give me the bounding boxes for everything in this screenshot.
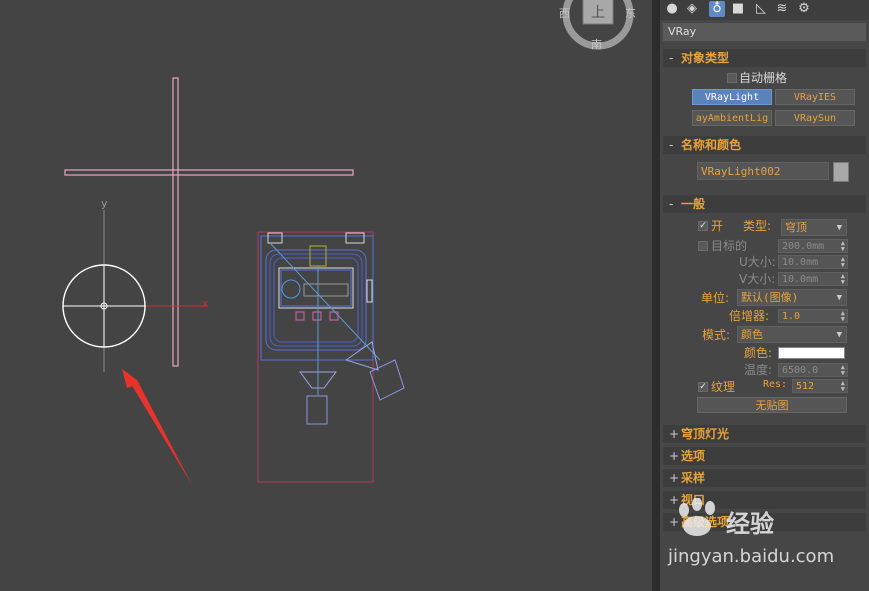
paw-logo-icon: [679, 498, 715, 536]
category-dropdown[interactable]: VRay: [663, 23, 866, 41]
lights-icon[interactable]: ♁: [709, 1, 725, 17]
type-dropdown[interactable]: 穹顶 ▼: [781, 219, 847, 236]
spinner-arrows-icon: ▲ ▼: [840, 363, 845, 377]
mode-value: 颜色: [741, 328, 763, 341]
res-label: Res:: [763, 379, 788, 390]
texture-label: 纹理: [711, 380, 736, 394]
expand-icon: +: [669, 449, 680, 463]
helpers-icon[interactable]: ◺: [753, 1, 769, 17]
v-size-label: V大小:: [739, 272, 776, 286]
object-type-body: 自动栅格 VRayLight VRayIES ayAmbientLig VRay…: [663, 67, 866, 129]
general-body: ✓ 开 类型: 穹顶 ▼ 目标的 200.0mm ▲ ▼ U大小: 10.0mm ▲ ▼ …: [663, 213, 866, 421]
rollout-sampling[interactable]: + 采样: [663, 469, 866, 487]
watermark-url: jingyan.baidu.com: [668, 546, 835, 567]
temperature-label: 温度:: [744, 363, 773, 377]
units-value: 默认(图像): [741, 291, 799, 304]
res-value: 512: [796, 381, 815, 392]
vrayambientlight-button[interactable]: ayAmbientLig: [692, 110, 772, 126]
v-size-spinner[interactable]: 10.0mm ▲ ▼: [778, 272, 848, 286]
command-panel-tabs: ● ◈ ♁ ■ ◺ ≋ ⚙: [660, 0, 869, 20]
collapse-icon: -: [669, 197, 674, 211]
temperature-value: 6500.0: [782, 365, 819, 376]
vrayies-button[interactable]: VRayIES: [775, 89, 855, 105]
create-sphere-icon[interactable]: ●: [664, 1, 680, 17]
viewcube-south-label[interactable]: 南: [591, 36, 602, 52]
on-checkbox[interactable]: ✓: [698, 221, 708, 231]
rollout-name-color-title: 名称和颜色: [681, 138, 742, 152]
expand-icon: +: [669, 471, 680, 485]
watermark-brand: 经验: [726, 510, 774, 538]
spacewarps-icon[interactable]: ≋: [774, 1, 790, 17]
targeted-distance-spinner[interactable]: 200.0mm ▲ ▼: [778, 239, 848, 253]
color-label: 颜色:: [744, 346, 773, 360]
spinner-arrows-icon: ▲ ▼: [840, 309, 845, 323]
rollout-options[interactable]: + 选项: [663, 447, 866, 465]
rollout-name-color[interactable]: - 名称和颜色: [663, 136, 866, 154]
collapse-icon: -: [669, 138, 674, 152]
res-spinner[interactable]: 512 ▲ ▼: [792, 379, 848, 393]
rollout-dome-light-title: 穹顶灯光: [681, 427, 730, 441]
on-label: 开: [711, 219, 724, 233]
vraylight-button[interactable]: VRayLight: [692, 89, 772, 105]
multiplier-label: 倍增器:: [729, 309, 770, 323]
viewcube-top-face[interactable]: 上: [591, 2, 605, 22]
device-wireframe[interactable]: [257, 231, 405, 483]
u-size-spinner[interactable]: 10.0mm ▲ ▼: [778, 255, 848, 269]
no-map-button[interactable]: 无贴图: [697, 397, 847, 413]
multiplier-spinner[interactable]: 1.0 ▲ ▼: [778, 309, 848, 323]
rollout-dome-light[interactable]: + 穹顶灯光: [663, 425, 866, 443]
mode-dropdown[interactable]: 颜色 ▼: [737, 326, 847, 343]
collapse-icon: -: [669, 51, 674, 65]
name-color-body: VRayLight002: [663, 154, 866, 188]
expand-icon: +: [669, 427, 680, 441]
axis-y-label: y: [101, 197, 108, 210]
light-color-swatch[interactable]: [778, 347, 845, 359]
spinner-arrows-icon: ▲ ▼: [840, 239, 845, 253]
axis-x-label: x: [202, 297, 209, 310]
object-name-input[interactable]: VRayLight002: [697, 162, 829, 180]
mode-label: 模式:: [702, 328, 731, 342]
type-label: 类型:: [743, 219, 772, 233]
units-label: 单位:: [701, 291, 730, 305]
texture-checkbox[interactable]: ✓: [698, 382, 708, 392]
multiplier-value: 1.0: [782, 311, 801, 322]
chevron-down-icon: ▼: [836, 293, 842, 303]
object-color-swatch[interactable]: [833, 162, 849, 182]
viewport[interactable]: 西 东 南 上 y x: [0, 0, 652, 591]
targeted-label: 目标的: [711, 239, 748, 253]
spinner-arrows-icon: ▲ ▼: [840, 379, 845, 393]
cross-object[interactable]: [64, 77, 354, 367]
targeted-distance-value: 200.0mm: [782, 241, 825, 252]
vraysun-button[interactable]: VRaySun: [775, 110, 855, 126]
viewport-canvas: [62, 0, 634, 485]
viewcube-west-label[interactable]: 西: [559, 5, 570, 21]
spinner-arrows-icon: ▲ ▼: [840, 272, 845, 286]
panel-splitter[interactable]: [652, 0, 660, 591]
v-size-value: 10.0mm: [782, 274, 819, 285]
targeted-checkbox[interactable]: [698, 241, 708, 251]
rollout-general[interactable]: - 一般: [663, 195, 866, 213]
u-size-label: U大小:: [739, 255, 776, 269]
temperature-spinner[interactable]: 6500.0 ▲ ▼: [778, 363, 848, 377]
autogrid-checkbox[interactable]: [727, 73, 737, 83]
rollout-object-type[interactable]: - 对象类型: [663, 49, 866, 67]
type-value: 穹顶: [785, 221, 807, 234]
rollout-sampling-title: 采样: [681, 471, 706, 485]
autogrid-label: 自动栅格: [739, 71, 788, 85]
u-size-value: 10.0mm: [782, 257, 819, 268]
rollout-general-title: 一般: [681, 197, 706, 211]
spinner-arrows-icon: ▲ ▼: [840, 255, 845, 269]
rollout-options-title: 选项: [681, 449, 706, 463]
viewcube-east-label[interactable]: 东: [625, 5, 636, 21]
chevron-down-icon: ▼: [836, 223, 842, 233]
cameras-icon[interactable]: ■: [730, 1, 746, 17]
watermark: 经验 jingyan.baidu.com: [662, 498, 869, 578]
chevron-down-icon: ▼: [836, 330, 842, 340]
annotation-arrow: [122, 369, 192, 485]
units-dropdown[interactable]: 默认(图像) ▼: [737, 289, 847, 306]
dome-light-gizmo[interactable]: [62, 210, 206, 372]
rollout-object-type-title: 对象类型: [681, 51, 730, 65]
shapes-icon[interactable]: ◈: [684, 1, 700, 17]
systems-icon[interactable]: ⚙: [796, 1, 812, 17]
